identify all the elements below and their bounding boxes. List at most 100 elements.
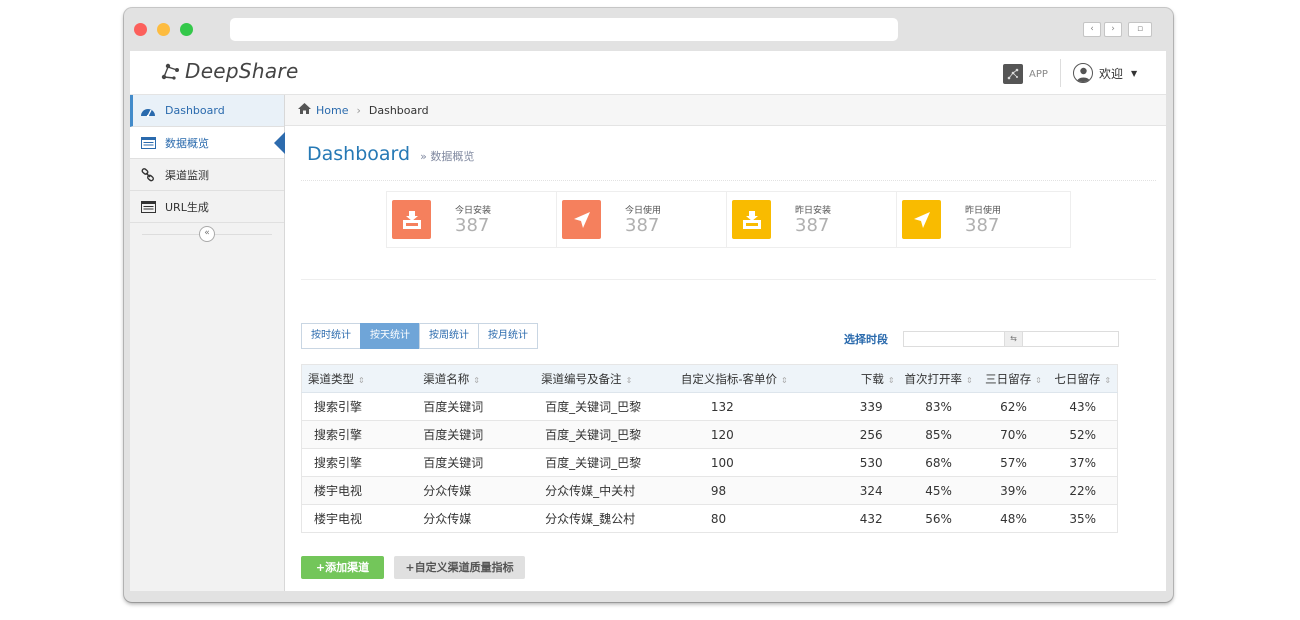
table-cell: 530: [830, 448, 899, 477]
date-range-label: 选择时段: [844, 333, 888, 346]
column-header-label: 三日留存: [985, 371, 1032, 386]
table-cell: 百度_关键词_巴黎: [535, 448, 681, 477]
stat-today-installs: 今日安装 387: [387, 192, 557, 247]
sort-icon[interactable]: ⇕: [781, 376, 788, 385]
column-header-label: 下载: [860, 371, 884, 386]
list-icon: [140, 136, 156, 150]
close-window-button[interactable]: [134, 23, 147, 36]
column-header[interactable]: 自定义指标-客单价 ⇕: [680, 364, 831, 393]
sort-icon[interactable]: ⇕: [888, 376, 895, 385]
welcome-text: 欢迎: [1099, 66, 1124, 81]
sort-icon[interactable]: ⇕: [1104, 376, 1111, 385]
table-cell: 37%: [1048, 448, 1118, 477]
date-range-picker[interactable]: ⇆: [903, 331, 1119, 347]
breadcrumb-home-link[interactable]: Home: [316, 104, 348, 117]
table-cell: 分众传媒: [417, 476, 536, 505]
breadcrumb-separator-icon: ›: [356, 103, 361, 117]
sort-icon[interactable]: ⇕: [626, 376, 633, 385]
table-cell: 35%: [1048, 504, 1118, 533]
browser-window: ‹ › ▫ DeepShare APP 欢迎 ▼ Dashboard 数据概览 …: [124, 8, 1173, 602]
collapse-sidebar-icon[interactable]: «: [199, 226, 215, 242]
app-network-icon: [1003, 64, 1023, 84]
tab-hourly[interactable]: 按时统计: [301, 323, 361, 349]
column-header[interactable]: 七日留存 ⇕: [1048, 364, 1118, 393]
table-cell: 70%: [978, 420, 1049, 449]
column-header-label: 渠道类型: [308, 371, 354, 386]
table-cell: 68%: [898, 448, 979, 477]
table-row: 搜索引擎 百度关键词 百度_关键词_巴黎 100 530 68% 57% 37%: [301, 448, 1118, 477]
sidebar-collapse-row: «: [130, 223, 284, 245]
table-cell: 98: [680, 476, 831, 505]
sort-icon[interactable]: ⇕: [966, 376, 973, 385]
sidebar-item-channel-monitor[interactable]: 渠道监测: [130, 159, 284, 191]
table-cell: 百度关键词: [417, 420, 536, 449]
column-header[interactable]: 渠道类型 ⇕: [301, 364, 418, 393]
sidebar-item-label: 数据概览: [165, 136, 209, 150]
maximize-window-button[interactable]: [180, 23, 193, 36]
column-header[interactable]: 下载 ⇕: [830, 364, 899, 393]
add-channel-button[interactable]: +添加渠道: [301, 556, 384, 579]
stat-value: 387: [625, 215, 660, 236]
section-divider: [301, 279, 1156, 280]
breadcrumb: Home › Dashboard: [285, 95, 1166, 126]
column-header-label: 渠道名称: [423, 371, 470, 386]
back-icon[interactable]: ‹: [1083, 22, 1101, 37]
table-cell: 83%: [898, 392, 979, 421]
sidebar-item-url-generator[interactable]: URL生成: [130, 191, 284, 223]
table-cell: 62%: [978, 392, 1049, 421]
sort-icon[interactable]: ⇕: [1035, 376, 1042, 385]
sidebar: Dashboard 数据概览 渠道监测 URL生成 «: [130, 95, 285, 591]
forward-icon[interactable]: ›: [1104, 22, 1122, 37]
tab-weekly[interactable]: 按周统计: [419, 323, 479, 349]
column-header[interactable]: 三日留存 ⇕: [978, 364, 1049, 393]
home-icon: [298, 103, 311, 117]
table-cell: 39%: [978, 476, 1049, 505]
minimize-window-button[interactable]: [157, 23, 170, 36]
column-header-label: 七日留存: [1054, 371, 1101, 386]
top-navbar: DeepShare APP 欢迎 ▼: [130, 51, 1166, 95]
sidebar-item-label: 渠道监测: [165, 168, 209, 182]
tabs-icon[interactable]: ▫: [1128, 22, 1152, 37]
table-row: 搜索引擎 百度关键词 百度_关键词_巴黎 120 256 85% 70% 52%: [301, 420, 1118, 449]
table-cell: 搜索引擎: [301, 420, 418, 449]
custom-metric-button[interactable]: +自定义渠道质量指标: [394, 556, 525, 579]
app-link[interactable]: APP: [1003, 64, 1048, 84]
navigation-icon: [902, 200, 941, 239]
table-cell: 楼宇电视: [301, 504, 418, 533]
app-label: APP: [1029, 68, 1048, 80]
browser-nav-buttons: ‹ › ▫: [1083, 22, 1152, 37]
link-icon: [140, 167, 156, 182]
table-cell: 搜索引擎: [301, 448, 418, 477]
user-menu[interactable]: 欢迎 ▼: [1073, 63, 1137, 83]
stat-yesterday-usage: 昨日使用 387: [897, 192, 1067, 247]
channel-table: 渠道类型 ⇕ 渠道名称 ⇕ 渠道编号及备注 ⇕ 自定义指标-客单价 ⇕ 下载 ⇕ 首次打开率 ⇕ 三日留…: [301, 364, 1118, 533]
table-header-row: 渠道类型 ⇕ 渠道名称 ⇕ 渠道编号及备注 ⇕ 自定义指标-客单价 ⇕ 下载 ⇕ 首次打开率 ⇕ 三日留…: [301, 364, 1118, 393]
page-subtitle: » 数据概览: [420, 150, 475, 163]
column-header-label: 自定义指标-客单价: [680, 371, 778, 386]
brand-logo[interactable]: DeepShare: [158, 59, 299, 83]
navigation-icon: [562, 200, 601, 239]
table-cell: 百度关键词: [417, 448, 536, 477]
table-cell: 43%: [1048, 392, 1118, 421]
tab-daily[interactable]: 按天统计: [360, 323, 420, 349]
address-bar[interactable]: [230, 18, 898, 41]
avatar-icon: [1073, 63, 1093, 83]
table-cell: 120: [680, 420, 831, 449]
table-cell: 80: [680, 504, 831, 533]
sidebar-item-data-overview[interactable]: 数据概览: [130, 127, 285, 159]
sidebar-item-dashboard[interactable]: Dashboard: [130, 95, 284, 127]
column-header[interactable]: 首次打开率 ⇕: [898, 364, 979, 393]
dashboard-icon: [140, 104, 156, 118]
column-header[interactable]: 渠道名称 ⇕: [417, 364, 536, 393]
tab-monthly[interactable]: 按月统计: [478, 323, 538, 349]
table-cell: 百度关键词: [417, 392, 536, 421]
table-cell: 339: [830, 392, 899, 421]
breadcrumb-current: Dashboard: [368, 103, 429, 117]
sort-icon[interactable]: ⇕: [473, 376, 480, 385]
table-cell: 楼宇电视: [301, 476, 418, 505]
table-cell: 45%: [898, 476, 979, 505]
sort-icon[interactable]: ⇕: [358, 376, 365, 385]
page-title: Dashboard: [307, 142, 411, 165]
column-header[interactable]: 渠道编号及备注 ⇕: [535, 364, 681, 393]
table-cell: 分众传媒_中关村: [535, 476, 681, 505]
